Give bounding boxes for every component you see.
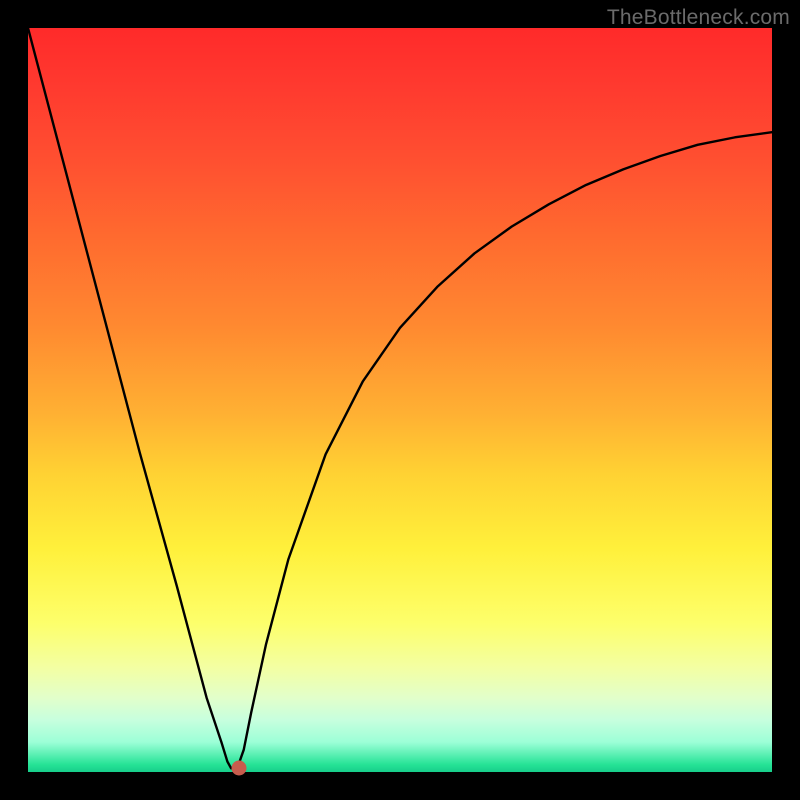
min-marker-dot <box>231 761 246 776</box>
plot-area <box>28 28 772 772</box>
bottleneck-curve <box>28 28 772 772</box>
chart-frame: TheBottleneck.com <box>0 0 800 800</box>
watermark-label: TheBottleneck.com <box>607 6 790 30</box>
